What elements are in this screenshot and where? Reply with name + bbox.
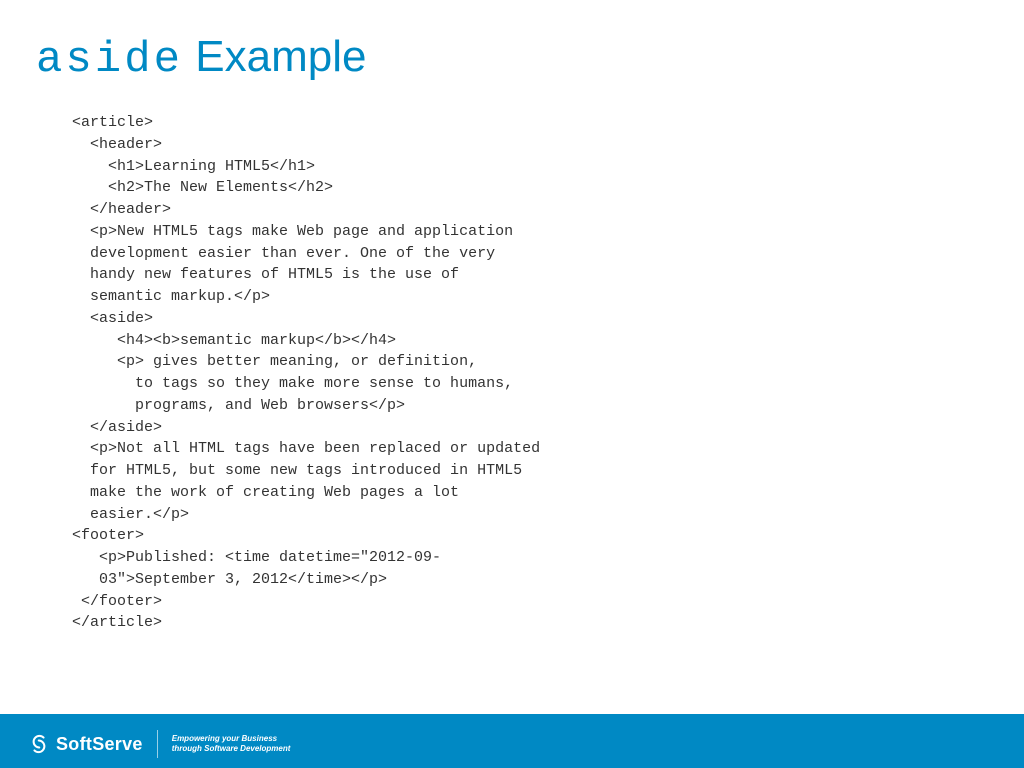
slide: aside Example <article> <header> <h1>Lea… — [0, 0, 1024, 768]
brand-logo: SoftServe — [28, 733, 143, 755]
tagline-line-1: Empowering your Business — [172, 734, 291, 744]
code-example: <article> <header> <h1>Learning HTML5</h… — [72, 112, 540, 634]
title-rest: Example — [183, 32, 366, 81]
tagline-line-2: through Software Development — [172, 744, 291, 754]
footer-bar: SoftServe Empowering your Business throu… — [0, 720, 1024, 768]
softserve-icon — [28, 733, 50, 755]
slide-title: aside Example — [36, 32, 366, 85]
brand-tagline: Empowering your Business through Softwar… — [172, 734, 291, 754]
footer-divider — [157, 730, 158, 758]
title-code-word: aside — [36, 35, 183, 85]
brand-name: SoftServe — [56, 734, 143, 755]
